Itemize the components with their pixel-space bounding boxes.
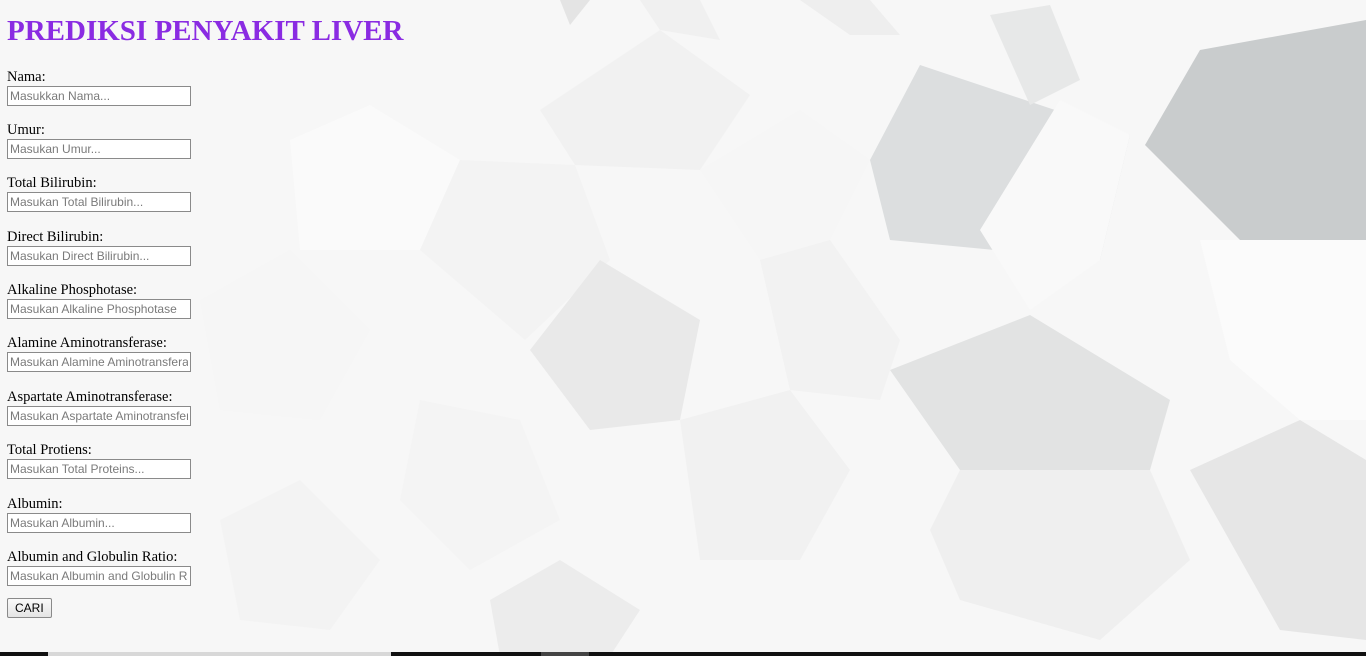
name-field-group: Nama: (7, 69, 267, 106)
age-input[interactable] (7, 139, 191, 159)
aspartate-aminotransferase-label: Aspartate Aminotransferase: (7, 389, 173, 405)
total-proteins-field-group: Total Protiens: (7, 442, 267, 479)
albumin-globulin-ratio-field-group: Albumin and Globulin Ratio: (7, 549, 267, 586)
albumin-input[interactable] (7, 513, 191, 533)
albumin-globulin-ratio-input[interactable] (7, 566, 191, 586)
direct-bilirubin-input[interactable] (7, 246, 191, 266)
name-input[interactable] (7, 86, 191, 106)
alkaline-phosphotase-field-group: Alkaline Phosphotase: (7, 282, 267, 319)
aspartate-aminotransferase-field-group: Aspartate Aminotransferase: (7, 389, 267, 426)
age-label: Umur: (7, 122, 45, 138)
bottom-edge-strip (0, 652, 1366, 656)
alamine-aminotransferase-field-group: Alamine Aminotransferase: (7, 335, 267, 372)
total-proteins-input[interactable] (7, 459, 191, 479)
albumin-globulin-ratio-label: Albumin and Globulin Ratio: (7, 549, 178, 565)
total-proteins-label: Total Protiens: (7, 442, 92, 458)
aspartate-aminotransferase-input[interactable] (7, 406, 191, 426)
alamine-aminotransferase-input[interactable] (7, 352, 191, 372)
total-bilirubin-input[interactable] (7, 192, 191, 212)
age-field-group: Umur: (7, 122, 267, 159)
total-bilirubin-label: Total Bilirubin: (7, 175, 97, 191)
direct-bilirubin-label: Direct Bilirubin: (7, 229, 104, 245)
total-bilirubin-field-group: Total Bilirubin: (7, 175, 267, 212)
alkaline-phosphotase-input[interactable] (7, 299, 191, 319)
alkaline-phosphotase-label: Alkaline Phosphotase: (7, 282, 138, 298)
direct-bilirubin-field-group: Direct Bilirubin: (7, 229, 267, 266)
albumin-field-group: Albumin: (7, 496, 267, 533)
page-title: PREDIKSI PENYAKIT LIVER (7, 15, 404, 47)
alamine-aminotransferase-label: Alamine Aminotransferase: (7, 335, 167, 351)
albumin-label: Albumin: (7, 496, 63, 512)
name-label: Nama: (7, 69, 46, 85)
search-button[interactable]: CARI (7, 598, 52, 618)
